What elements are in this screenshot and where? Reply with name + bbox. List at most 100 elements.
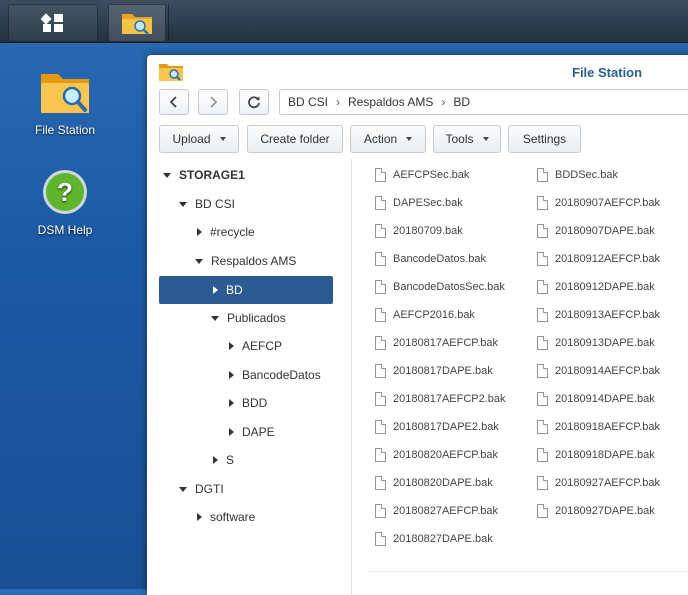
collapse-arrow-icon[interactable] bbox=[229, 342, 234, 350]
file-item[interactable]: 20180817DAPE2.bak bbox=[375, 417, 499, 437]
collapse-arrow-icon[interactable] bbox=[197, 513, 202, 521]
tree-node-label: S bbox=[226, 453, 235, 467]
file-item[interactable]: 20180914DAPE.bak bbox=[537, 389, 655, 409]
expand-arrow-icon[interactable] bbox=[163, 172, 171, 178]
file-icon bbox=[375, 280, 386, 294]
file-item[interactable]: 20180912AEFCP.bak bbox=[537, 249, 660, 269]
breadcrumb-separator-icon: › bbox=[336, 95, 341, 109]
file-name: 20180927AEFCP.bak bbox=[555, 477, 660, 489]
file-item[interactable]: 20180914AEFCP.bak bbox=[537, 361, 660, 381]
collapse-arrow-icon[interactable] bbox=[229, 371, 234, 379]
breadcrumb-item-respaldos-ams[interactable]: Respaldos AMS bbox=[348, 95, 433, 109]
file-item[interactable]: 20180709.bak bbox=[375, 221, 463, 241]
file-item[interactable]: 20180912DAPE.bak bbox=[537, 277, 655, 297]
collapse-arrow-icon[interactable] bbox=[197, 228, 202, 236]
back-button[interactable] bbox=[159, 89, 189, 115]
main-menu-button[interactable] bbox=[8, 4, 98, 42]
tree-node-software[interactable]: software bbox=[197, 504, 255, 530]
forward-button[interactable] bbox=[198, 89, 228, 115]
chevron-left-icon bbox=[169, 96, 177, 108]
file-station-icon bbox=[122, 14, 152, 35]
file-icon bbox=[537, 224, 548, 238]
file-name: 20180913AEFCP.bak bbox=[555, 309, 660, 321]
tree-node-bancodedatos[interactable]: BancodeDatos bbox=[229, 362, 321, 388]
file-item[interactable]: 20180817AEFCP.bak bbox=[375, 333, 498, 353]
file-item[interactable]: 20180927AEFCP.bak bbox=[537, 473, 660, 493]
caret-down-icon bbox=[219, 137, 226, 141]
taskbar-file-station-button[interactable] bbox=[108, 4, 166, 42]
tree-node-label: BD CSI bbox=[195, 197, 236, 211]
tree-node-dgti[interactable]: DGTI bbox=[179, 476, 224, 502]
file-icon bbox=[375, 448, 386, 462]
file-item[interactable]: 20180827DAPE.bak bbox=[375, 529, 493, 549]
file-item[interactable]: 20180817AEFCP2.bak bbox=[375, 389, 506, 409]
file-name: 20180820AEFCP.bak bbox=[393, 449, 498, 461]
breadcrumb-item-bd-csi[interactable]: BD CSI bbox=[288, 95, 328, 109]
create-folder-button[interactable]: Create folder bbox=[247, 125, 343, 153]
collapse-arrow-icon[interactable] bbox=[213, 456, 218, 464]
file-icon bbox=[537, 504, 548, 518]
file-item[interactable]: 20180907DAPE.bak bbox=[537, 221, 655, 241]
breadcrumb[interactable]: BD CSI › Respaldos AMS › BD bbox=[279, 89, 688, 115]
file-item[interactable]: AEFCP2016.bak bbox=[375, 305, 475, 325]
tree-node-publicados[interactable]: Publicados bbox=[211, 305, 286, 331]
tree-node-recycle[interactable]: #recycle bbox=[197, 219, 255, 245]
expand-arrow-icon[interactable] bbox=[179, 201, 187, 207]
file-item[interactable]: 20180827AEFCP.bak bbox=[375, 501, 498, 521]
tree-node-bd[interactable]: BD bbox=[159, 276, 333, 304]
file-item[interactable]: AEFCPSec.bak bbox=[375, 165, 469, 185]
file-item[interactable]: 20180918DAPE.bak bbox=[537, 445, 655, 465]
file-item[interactable]: DAPESec.bak bbox=[375, 193, 463, 213]
expand-arrow-icon[interactable] bbox=[195, 258, 203, 264]
action-button[interactable]: Action bbox=[350, 125, 426, 153]
file-item[interactable]: 20180913AEFCP.bak bbox=[537, 305, 660, 325]
file-icon bbox=[375, 504, 386, 518]
file-name: 20180907AEFCP.bak bbox=[555, 197, 660, 209]
file-icon bbox=[537, 196, 548, 210]
tree-node-storage1[interactable]: STORAGE1 bbox=[163, 162, 245, 188]
create-folder-label: Create folder bbox=[260, 132, 330, 146]
tree-node-bdd[interactable]: BDD bbox=[229, 390, 267, 416]
tree-node-label: DGTI bbox=[195, 482, 224, 496]
file-name: 20180912DAPE.bak bbox=[555, 281, 655, 293]
file-item[interactable]: 20180918AEFCP.bak bbox=[537, 417, 660, 437]
file-icon bbox=[537, 336, 548, 350]
tree-node-s[interactable]: S bbox=[213, 447, 234, 473]
expand-arrow-icon[interactable] bbox=[179, 486, 187, 492]
file-item[interactable]: 20180913DAPE.bak bbox=[537, 333, 655, 353]
tools-label: Tools bbox=[445, 132, 474, 146]
file-item[interactable]: 20180820DAPE.bak bbox=[375, 473, 493, 493]
file-item[interactable]: BancodeDatos.bak bbox=[375, 249, 486, 269]
collapse-arrow-icon[interactable] bbox=[229, 428, 234, 436]
file-name: 20180817AEFCP2.bak bbox=[393, 393, 506, 405]
file-icon bbox=[537, 168, 548, 182]
file-item[interactable]: 20180927DAPE.bak bbox=[537, 501, 655, 521]
file-item[interactable]: BancodeDatosSec.bak bbox=[375, 277, 505, 297]
folder-search-icon bbox=[41, 74, 89, 113]
file-name: BDDSec.bak bbox=[555, 169, 618, 181]
file-item[interactable]: 20180820AEFCP.bak bbox=[375, 445, 498, 465]
expand-arrow-icon[interactable] bbox=[211, 315, 219, 321]
file-item[interactable]: 20180817DAPE.bak bbox=[375, 361, 493, 381]
file-station-window: File Station BD CSI › Respaldos AMS › BD… bbox=[147, 55, 688, 595]
collapse-arrow-icon[interactable] bbox=[213, 286, 218, 294]
tree-node-dape[interactable]: DAPE bbox=[229, 419, 275, 445]
tree-node-aefcp[interactable]: AEFCP bbox=[229, 333, 282, 359]
file-icon bbox=[375, 224, 386, 238]
file-name: AEFCP2016.bak bbox=[393, 309, 475, 321]
taskbar bbox=[0, 0, 688, 43]
desktop-icon-dsm-help[interactable]: ? DSM Help bbox=[15, 168, 115, 237]
file-item[interactable]: 20180907AEFCP.bak bbox=[537, 193, 660, 213]
pane-divider[interactable] bbox=[351, 159, 352, 595]
collapse-arrow-icon[interactable] bbox=[229, 399, 234, 407]
svg-text:?: ? bbox=[57, 177, 73, 207]
settings-button[interactable]: Settings bbox=[508, 125, 581, 153]
tree-node-respaldos-ams[interactable]: Respaldos AMS bbox=[195, 248, 296, 274]
tree-node-bd-csi[interactable]: BD CSI bbox=[179, 191, 235, 217]
refresh-button[interactable] bbox=[239, 89, 269, 115]
tools-button[interactable]: Tools bbox=[433, 125, 501, 153]
upload-button[interactable]: Upload bbox=[159, 125, 239, 153]
desktop-icon-file-station[interactable]: File Station bbox=[15, 70, 115, 137]
file-item[interactable]: BDDSec.bak bbox=[537, 165, 618, 185]
breadcrumb-item-bd[interactable]: BD bbox=[453, 95, 470, 109]
